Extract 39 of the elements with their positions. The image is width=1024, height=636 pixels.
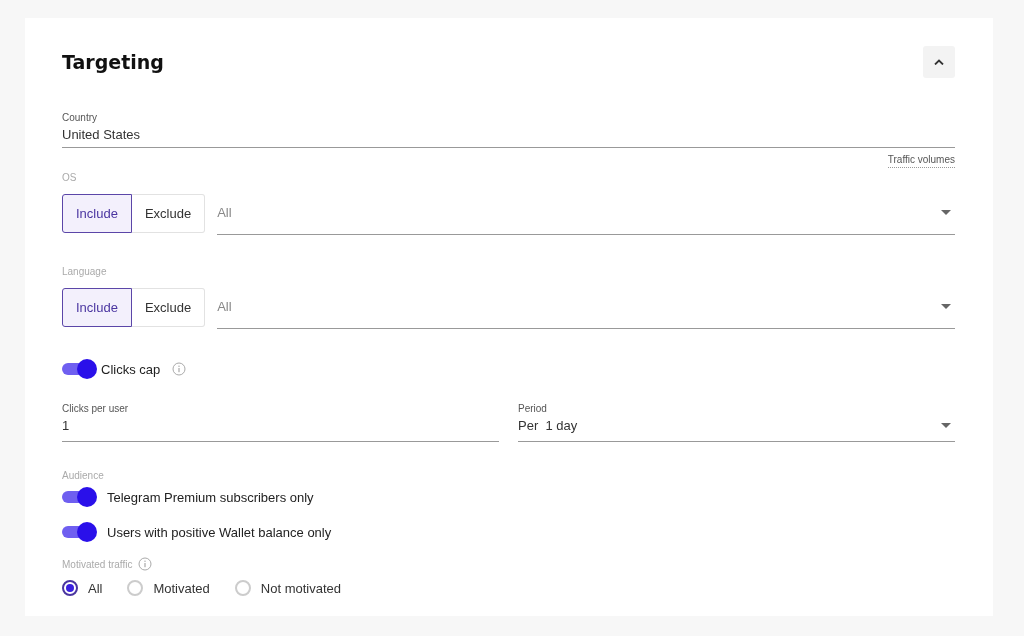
field-label: Language — [62, 266, 108, 277]
toggle-label: Telegram Premium subscribers only — [107, 489, 314, 505]
segment-button[interactable]: Exclude — [131, 193, 206, 233]
field-label: Clicks per user — [62, 403, 130, 414]
dropdown-caret-icon — [941, 304, 951, 309]
radio-button[interactable] — [62, 580, 78, 596]
toggle-switch[interactable] — [62, 487, 97, 507]
info-icon — [138, 557, 153, 571]
field-value: United States — [62, 127, 142, 142]
select-field[interactable]: Period Per 1 day — [518, 403, 955, 442]
radio-label: All — [88, 580, 103, 596]
radio-label: Motivated — [153, 580, 210, 596]
select-field[interactable]: All — [217, 191, 955, 235]
traffic-volumes-link[interactable]: Traffic volumes — [887, 154, 955, 168]
toggle-switch[interactable] — [62, 522, 97, 542]
info-icon — [172, 362, 187, 376]
dropdown-caret-icon — [941, 210, 951, 215]
radio-label: Not motivated — [260, 580, 342, 596]
select-placeholder: All — [217, 299, 232, 314]
input-field[interactable]: Clicks per user 1 — [62, 403, 499, 442]
segment-button[interactable]: Include — [62, 287, 132, 327]
segment-button[interactable]: Exclude — [131, 287, 206, 327]
field-value: 1 — [62, 418, 70, 433]
toggle-label: Clicks cap — [101, 361, 161, 377]
field-label: Period — [518, 403, 548, 414]
toggle-label: Users with positive Wallet balance only — [107, 524, 332, 540]
select-field[interactable]: All — [217, 285, 955, 329]
country-field[interactable]: Country United States — [62, 112, 955, 148]
field-label: OS — [62, 172, 78, 183]
group-label: Audience — [62, 470, 105, 481]
dropdown-caret-icon — [941, 423, 951, 428]
segment-button[interactable]: Include — [62, 193, 132, 233]
toggle-switch[interactable] — [62, 359, 97, 379]
chevron-up-icon — [934, 59, 944, 65]
field-label: Country — [62, 112, 98, 123]
field-value: Per 1 day — [518, 418, 578, 433]
select-placeholder: All — [217, 205, 232, 220]
section-title: Targeting — [62, 51, 164, 73]
group-label: Motivated traffic — [62, 558, 133, 570]
